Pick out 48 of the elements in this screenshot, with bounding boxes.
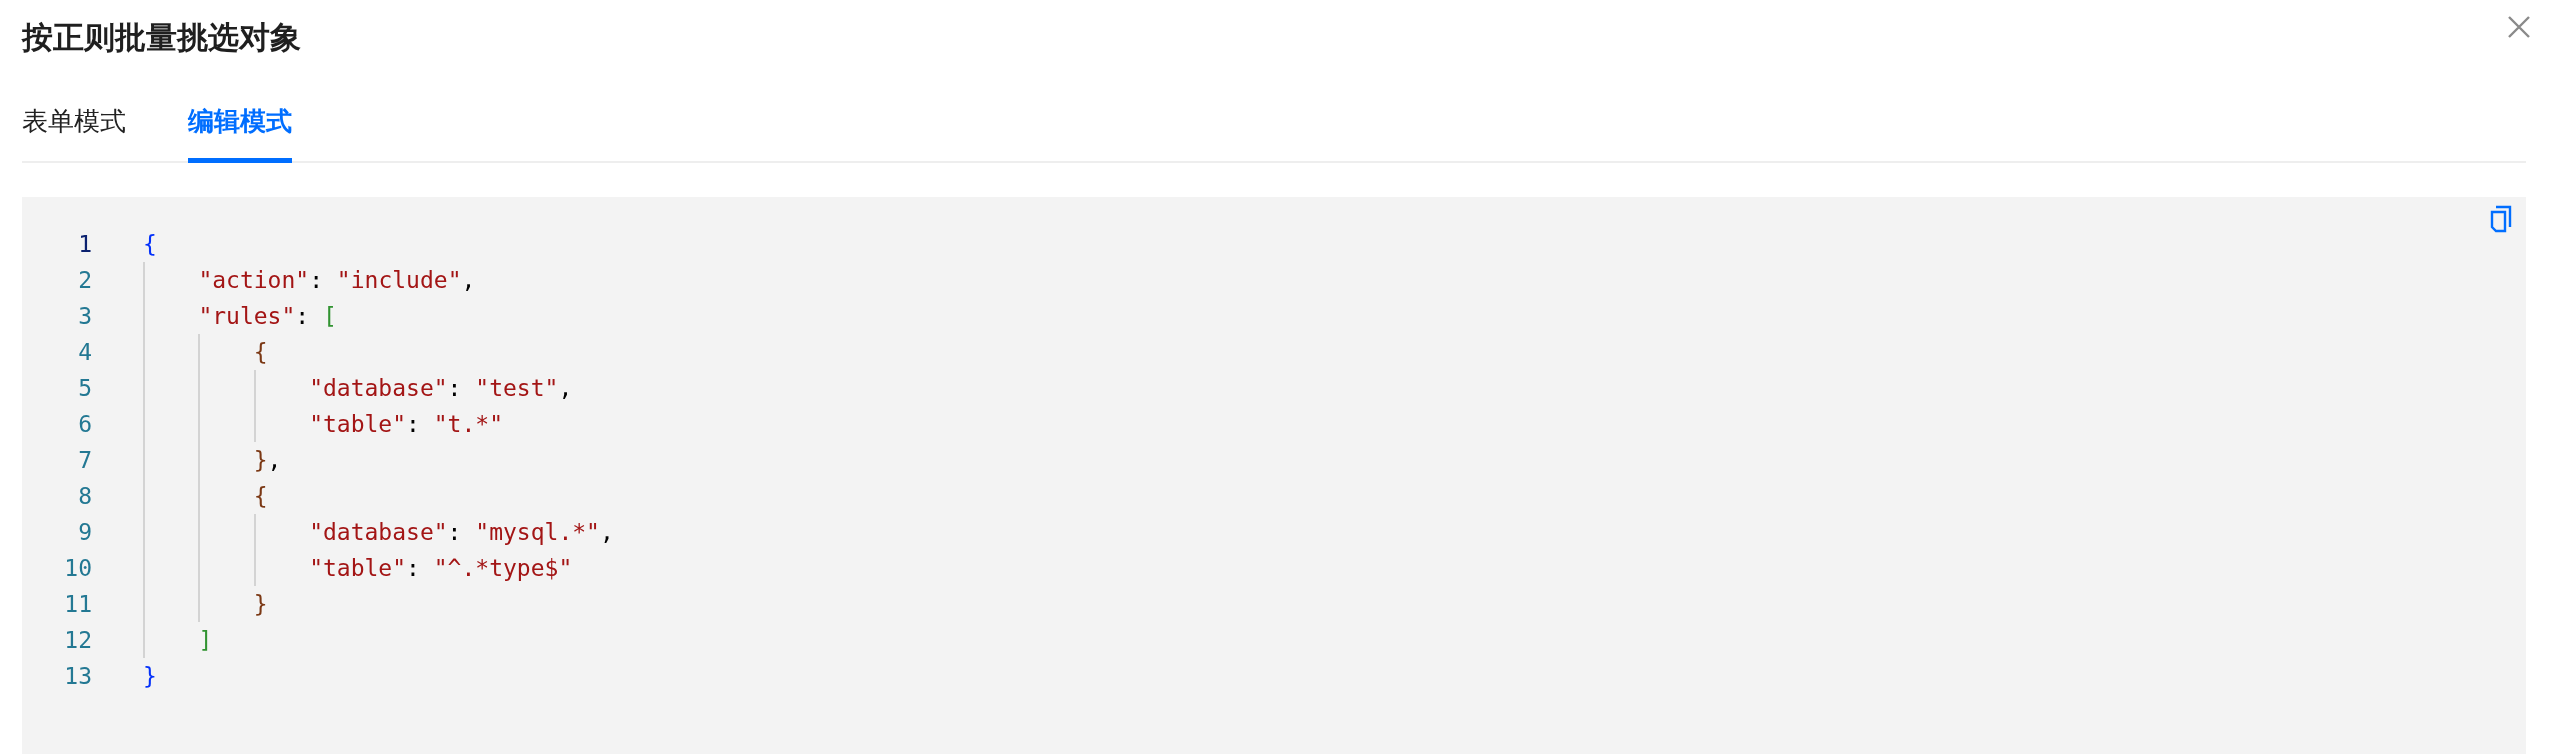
code-bracket: } [143,662,157,691]
code-bracket: { [253,338,268,367]
tab[interactable]: 编辑模式 [188,104,292,163]
code-punctuation: , [461,266,476,295]
line-number: 7 [77,446,92,475]
line-number: 6 [77,410,92,439]
line-number: 11 [63,590,92,619]
code-bracket: } [253,590,268,619]
code-punctuation: , [558,374,573,403]
code-string: "^.*type$" [433,554,573,583]
line-number: 3 [77,302,92,331]
code-bracket: { [143,230,157,259]
code-punctuation: , [267,446,282,475]
copy-icon[interactable] [2490,205,2512,233]
code-punctuation: , [599,518,614,547]
line-number: 8 [77,482,92,511]
code-punctuation: : [295,302,311,331]
code-string: "action" [198,266,310,295]
code-string: "include" [336,266,462,295]
code-string: "database" [309,518,448,547]
line-number: 2 [77,266,92,295]
code-bracket: [ [323,302,337,331]
line-number: 5 [77,374,92,403]
code-bracket: } [253,446,268,475]
code-editor[interactable]: 1 { 2 "action": "include", 3 "rules": [ 4 { 5 "database": "test", 6 "table": "t.*" 7 }, 8 { 9 "database": "mysql.*", 10 "table": "^.*type$" 11 } 12 ] 13 } [22,197,2526,754]
code-punctuation: : [406,554,421,583]
code-string: "rules" [198,302,296,331]
code-punctuation: : [447,374,463,403]
code-punctuation: : [447,518,463,547]
code-string: "mysql.*" [475,518,600,547]
line-number: 13 [63,662,92,691]
code-string: "t.*" [433,410,503,439]
code-punctuation: : [406,410,421,439]
line-number: 12 [63,626,92,655]
code-string: "test" [475,374,559,403]
line-number: 1 [77,230,92,259]
code-bracket: ] [198,626,213,655]
code-bracket: { [253,482,268,511]
close-icon[interactable] [2506,14,2532,40]
tab[interactable]: 表单模式 [22,104,126,163]
line-number: 9 [77,518,92,547]
line-number: 10 [63,554,92,583]
code-string: "table" [309,410,407,439]
dialog-title: 按正则批量挑选对象 [22,18,301,57]
code-string: "table" [309,554,407,583]
code-string: "database" [309,374,448,403]
line-number: 4 [77,338,92,367]
code-punctuation: : [309,266,324,295]
